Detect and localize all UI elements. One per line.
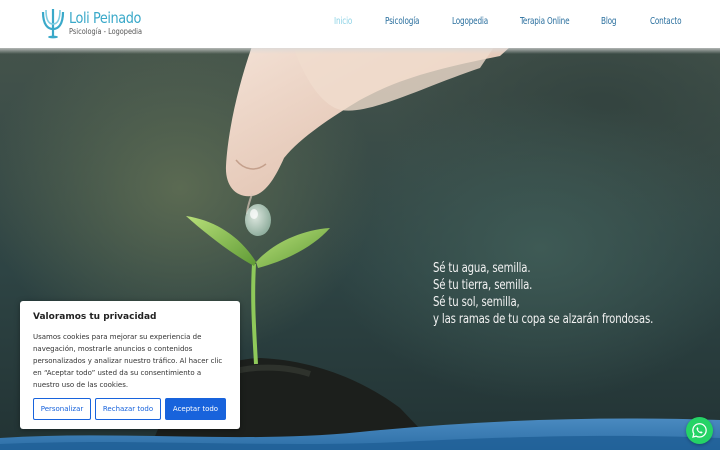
hero-quote: Sé tu agua, semilla. Sé tu tierra, semil… [433,260,653,328]
nav-item-logopedia[interactable]: Logopedia [452,15,488,29]
nav-item-terapia-online[interactable]: Terapia Online [520,15,570,29]
nav-item-psicologia[interactable]: Psicología [385,15,420,29]
nav-item-inicio[interactable]: Inicio [334,15,352,29]
nav-item-contacto[interactable]: Contacto [650,15,682,29]
cookie-consent-dialog: Valoramos tu privacidad Usamos cookies p… [20,301,240,429]
cookie-description: Usamos cookies para mejorar su experienc… [33,333,223,389]
nav-item-blog[interactable]: Blog [601,15,617,29]
quote-line: Sé tu tierra, semilla. [433,278,533,293]
site-header: Loli Peinado Psicología - Logopedia Inic… [0,0,720,48]
whatsapp-icon [692,423,707,438]
reject-all-button[interactable]: Rechazar todo [95,398,161,420]
cookie-title: Valoramos tu privacidad [33,312,157,322]
quote-line: y las ramas de tu copa se alzarán frondo… [433,312,654,327]
quote-line: Sé tu sol, semilla, [433,295,520,310]
cookie-actions: Personalizar Rechazar todo Aceptar todo [33,398,226,420]
whatsapp-button[interactable] [686,417,713,444]
accept-all-button[interactable]: Aceptar todo [165,398,226,420]
main-nav: Inicio Psicología Logopedia Terapia Onli… [0,15,720,31]
quote-line: Sé tu agua, semilla. [433,261,531,276]
customize-button[interactable]: Personalizar [33,398,91,420]
